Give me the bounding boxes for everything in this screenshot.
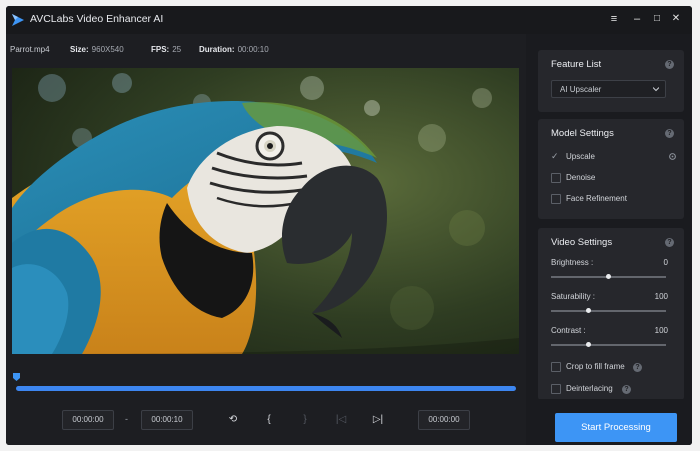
feature-select[interactable]: AI Upscaler [551, 80, 666, 98]
menu-icon[interactable]: ≡ [607, 12, 621, 26]
contrast-slider[interactable] [551, 342, 666, 347]
parrot-image [12, 68, 519, 354]
settings-sidebar: Feature List ? AI Upscaler Model Setting… [526, 34, 692, 445]
crop-help-icon[interactable]: ? [633, 363, 642, 372]
crop-checkbox[interactable] [551, 362, 561, 372]
filename: Parrot.mp4 [10, 45, 50, 54]
crop-label: Crop to fill frame [566, 362, 625, 371]
brightness-value: 0 [663, 258, 668, 267]
video-preview[interactable] [12, 68, 519, 354]
saturability-slider[interactable] [551, 308, 666, 313]
brightness-label: Brightness : [551, 258, 594, 267]
feature-select-value: AI Upscaler [560, 85, 602, 94]
denoise-label: Denoise [566, 173, 596, 182]
face-refinement-checkbox[interactable] [551, 194, 561, 204]
video-settings-panel: Video Settings ? Brightness : 0 Saturabi… [538, 228, 684, 400]
contrast-value: 100 [654, 326, 668, 335]
app-logo-icon [12, 14, 24, 26]
maximize-button[interactable]: □ [650, 12, 664, 26]
deinterlacing-label: Deinterlacing [566, 384, 613, 393]
denoise-checkbox[interactable] [551, 173, 561, 183]
feature-list-title: Feature List [551, 59, 602, 70]
video-settings-title: Video Settings [551, 237, 613, 248]
mark-out-button[interactable]: } [297, 412, 313, 428]
next-frame-icon[interactable]: ▷| [370, 412, 386, 428]
feature-list-panel: Feature List ? AI Upscaler [538, 50, 684, 112]
upscale-checkbox[interactable]: ✓ [551, 151, 559, 162]
app-title: AVCLabs Video Enhancer AI [30, 13, 164, 25]
model-settings-help-icon[interactable]: ? [665, 129, 674, 138]
previous-frame-icon[interactable]: |◁ [333, 412, 349, 428]
gear-icon[interactable] [668, 152, 677, 161]
video-settings-help-icon[interactable]: ? [665, 238, 674, 247]
saturability-label: Saturability : [551, 292, 596, 301]
action-bar: Start Processing [526, 399, 692, 445]
title-bar: AVCLabs Video Enhancer AI ≡ – □ ✕ [6, 6, 692, 34]
restore-icon[interactable]: ⟲ [225, 412, 241, 428]
file-fps: FPS: 25 [151, 45, 182, 54]
feature-list-help-icon[interactable]: ? [665, 60, 674, 69]
start-processing-button[interactable]: Start Processing [555, 413, 677, 442]
deinterlacing-checkbox[interactable] [551, 384, 561, 394]
saturability-slider-knob[interactable] [586, 308, 592, 313]
close-button[interactable]: ✕ [669, 12, 683, 26]
model-settings-panel: Model Settings ? ✓ Upscale Denoise Face … [538, 119, 684, 219]
face-refinement-label: Face Refinement [566, 194, 627, 203]
mark-in-button[interactable]: { [261, 412, 277, 428]
brightness-slider-knob[interactable] [606, 274, 611, 279]
model-settings-title: Model Settings [551, 128, 614, 139]
minimize-button[interactable]: – [630, 12, 644, 26]
saturability-value: 100 [654, 292, 668, 301]
contrast-slider-knob[interactable] [586, 342, 592, 347]
current-time-field[interactable]: 00:00:00 [418, 410, 470, 430]
end-time-field[interactable]: 00:00:10 [141, 410, 193, 430]
file-size: Size: 960X540 [70, 45, 124, 54]
timeline: 00:00:00 - 00:00:10 ⟲ { } |◁ ▷| 00:00:00 [6, 366, 526, 445]
time-separator: - [125, 414, 128, 424]
timeline-track[interactable] [16, 386, 516, 391]
file-duration: Duration: 00:00:10 [199, 45, 269, 54]
start-time-field[interactable]: 00:00:00 [62, 410, 114, 430]
upscale-label: Upscale [566, 152, 595, 161]
file-info-bar: Parrot.mp4 Size: 960X540 FPS: 25 Duration:… [6, 34, 526, 64]
playhead-marker-icon[interactable] [13, 373, 20, 381]
app-window: AVCLabs Video Enhancer AI ≡ – □ ✕ Parrot… [6, 6, 692, 445]
contrast-label: Contrast : [551, 326, 586, 335]
deinterlacing-help-icon[interactable]: ? [622, 385, 631, 394]
chevron-down-icon [653, 87, 659, 92]
brightness-slider[interactable] [551, 274, 666, 279]
